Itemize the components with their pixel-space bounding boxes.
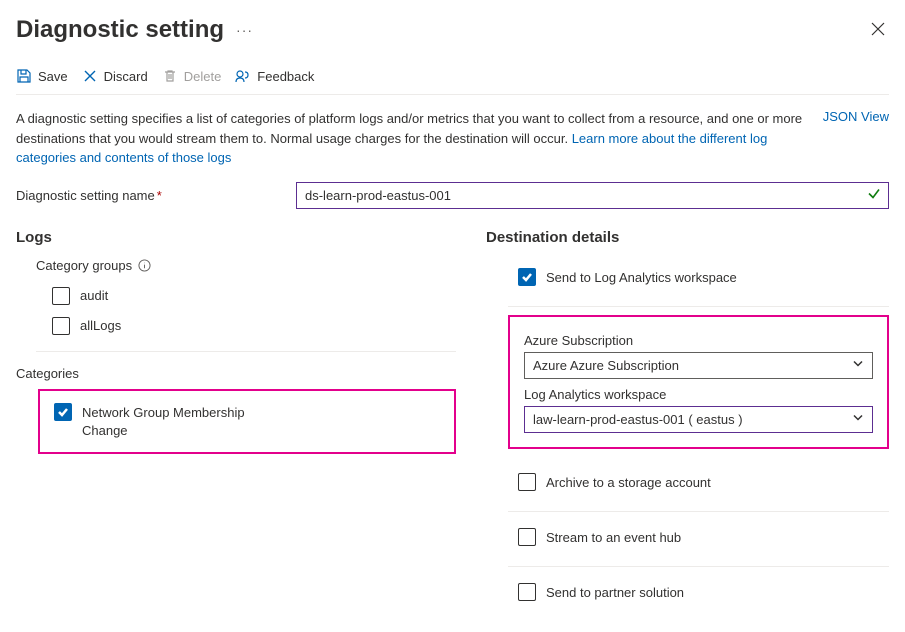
destination-heading: Destination details bbox=[486, 229, 889, 246]
categories-heading: Categories bbox=[16, 366, 456, 381]
subscription-select[interactable]: Azure Azure Subscription bbox=[524, 352, 873, 379]
alllogs-checkbox-row: allLogs bbox=[16, 311, 456, 341]
save-icon bbox=[16, 68, 32, 84]
archive-checkbox[interactable] bbox=[518, 473, 536, 491]
category-groups-label: Category groups bbox=[16, 258, 456, 273]
send-log-analytics-label: Send to Log Analytics workspace bbox=[546, 269, 737, 285]
info-icon[interactable] bbox=[138, 259, 151, 272]
discard-label: Discard bbox=[104, 69, 148, 84]
intro-section: A diagnostic setting specifies a list of… bbox=[16, 109, 889, 168]
dest-divider-1 bbox=[508, 306, 889, 307]
partner-label: Send to partner solution bbox=[546, 584, 684, 600]
delete-icon bbox=[162, 68, 178, 84]
ngmc-checkbox[interactable] bbox=[54, 403, 72, 421]
close-icon[interactable] bbox=[867, 18, 889, 43]
stream-checkbox[interactable] bbox=[518, 528, 536, 546]
archive-row: Archive to a storage account bbox=[486, 463, 889, 501]
feedback-icon bbox=[235, 68, 251, 84]
alllogs-label: allLogs bbox=[80, 317, 121, 333]
intro-text: A diagnostic setting specifies a list of… bbox=[16, 109, 803, 168]
workspace-label: Log Analytics workspace bbox=[524, 387, 873, 402]
stream-label: Stream to an event hub bbox=[546, 529, 681, 545]
logs-section: Logs Category groups audit allLogs Categ… bbox=[16, 229, 456, 611]
setting-name-field: Diagnostic setting name* bbox=[16, 182, 889, 209]
audit-checkbox[interactable] bbox=[52, 287, 70, 305]
dest-divider-2 bbox=[508, 511, 889, 512]
setting-name-label: Diagnostic setting name* bbox=[16, 188, 276, 203]
alllogs-checkbox[interactable] bbox=[52, 317, 70, 335]
stream-row: Stream to an event hub bbox=[486, 518, 889, 556]
audit-label: audit bbox=[80, 287, 108, 303]
chevron-down-icon bbox=[852, 412, 864, 427]
categories-highlight: Network Group Membership Change bbox=[38, 389, 456, 454]
discard-icon bbox=[82, 68, 98, 84]
page-title: Diagnostic setting bbox=[16, 16, 224, 44]
send-log-analytics-row: Send to Log Analytics workspace bbox=[486, 258, 889, 296]
audit-checkbox-row: audit bbox=[16, 281, 456, 311]
logs-divider bbox=[36, 351, 456, 352]
dest-divider-3 bbox=[508, 566, 889, 567]
valid-check-icon bbox=[867, 187, 881, 204]
workspace-select[interactable]: law-learn-prod-eastus-001 ( eastus ) bbox=[524, 406, 873, 433]
ngmc-checkbox-row: Network Group Membership Change bbox=[40, 397, 450, 446]
subscription-value: Azure Azure Subscription bbox=[533, 358, 679, 373]
subscription-label: Azure Subscription bbox=[524, 333, 873, 348]
json-view-link[interactable]: JSON View bbox=[823, 109, 889, 124]
delete-label: Delete bbox=[184, 69, 222, 84]
feedback-button[interactable]: Feedback bbox=[235, 68, 314, 84]
workspace-value: law-learn-prod-eastus-001 ( eastus ) bbox=[533, 412, 743, 427]
chevron-down-icon bbox=[852, 358, 864, 373]
setting-name-label-text: Diagnostic setting name bbox=[16, 188, 155, 203]
send-log-analytics-checkbox[interactable] bbox=[518, 268, 536, 286]
log-analytics-highlight: Azure Subscription Azure Azure Subscript… bbox=[508, 315, 889, 449]
delete-button: Delete bbox=[162, 68, 222, 84]
save-button[interactable]: Save bbox=[16, 68, 68, 84]
required-asterisk: * bbox=[157, 188, 162, 203]
feedback-label: Feedback bbox=[257, 69, 314, 84]
save-label: Save bbox=[38, 69, 68, 84]
partner-row: Send to partner solution bbox=[486, 573, 889, 611]
ngmc-label: Network Group Membership Change bbox=[82, 403, 272, 440]
setting-name-input[interactable] bbox=[296, 182, 889, 209]
panel-header: Diagnostic setting ··· bbox=[16, 16, 889, 44]
more-menu-icon[interactable]: ··· bbox=[236, 22, 253, 38]
archive-label: Archive to a storage account bbox=[546, 474, 711, 490]
category-groups-text: Category groups bbox=[36, 258, 132, 273]
destination-section: Destination details Send to Log Analytic… bbox=[486, 229, 889, 611]
partner-checkbox[interactable] bbox=[518, 583, 536, 601]
toolbar: Save Discard Delete Feedback bbox=[16, 60, 889, 95]
logs-heading: Logs bbox=[16, 229, 456, 246]
discard-button[interactable]: Discard bbox=[82, 68, 148, 84]
